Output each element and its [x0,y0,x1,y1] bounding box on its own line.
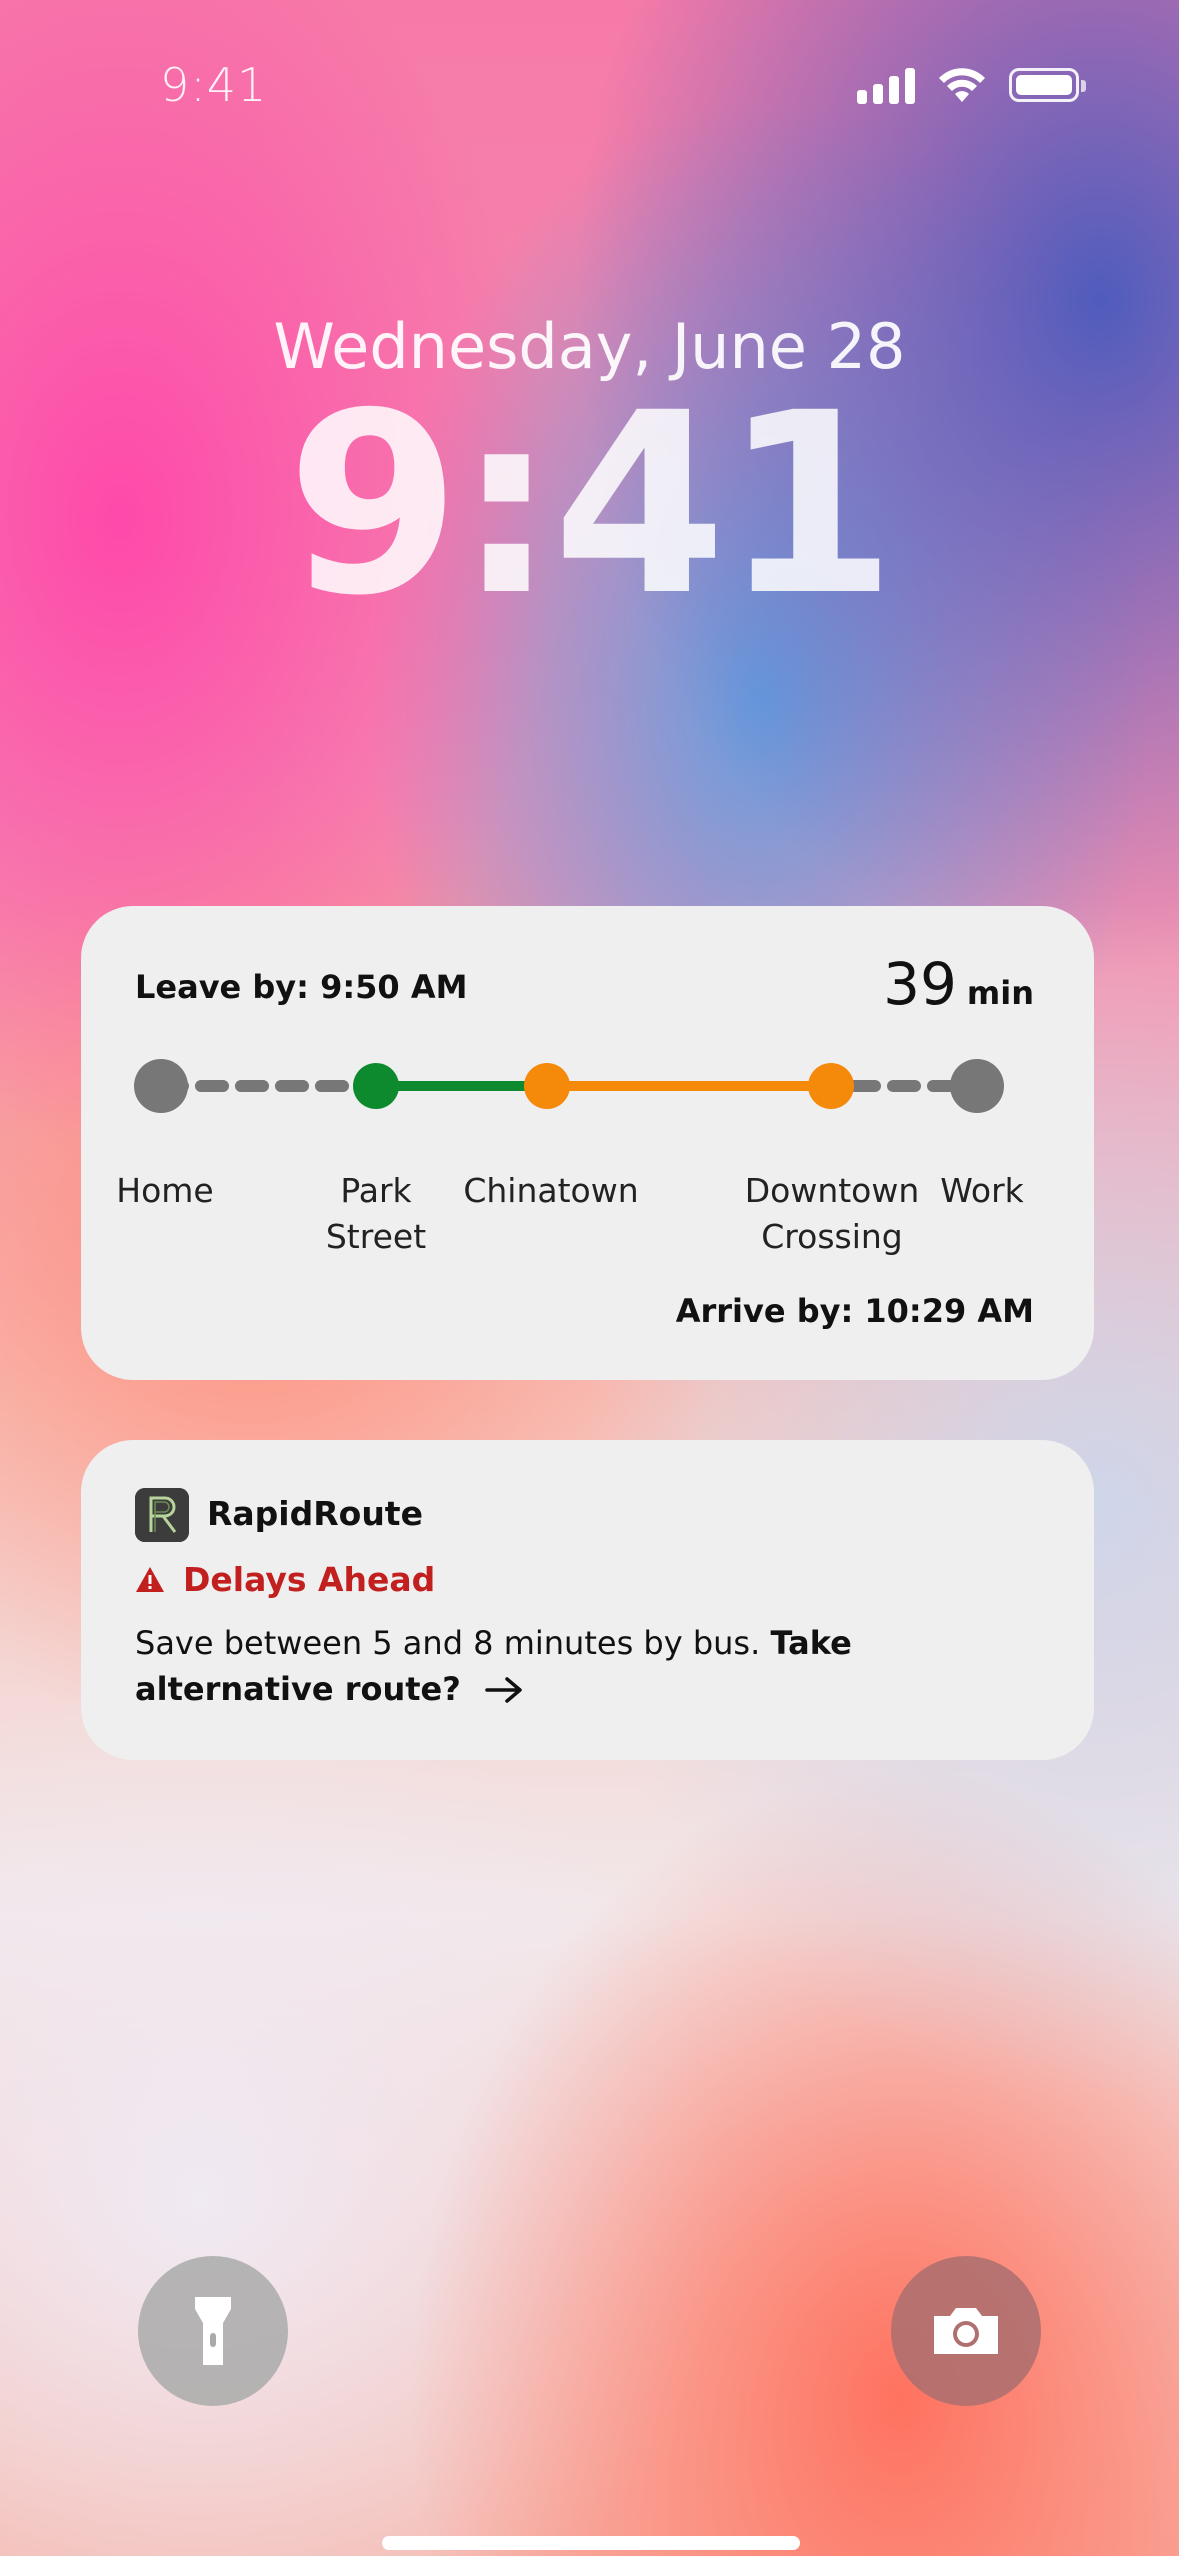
rapidroute-app-icon [135,1488,189,1542]
camera-icon [934,2308,998,2354]
stop-label-work: Work [940,1171,1024,1210]
stop-home [134,1059,188,1113]
camera-button[interactable] [891,2256,1041,2406]
stop-park-street [353,1063,399,1109]
notification-app-name: RapidRoute [207,1494,423,1533]
flashlight-icon [195,2297,231,2365]
home-indicator[interactable] [382,2536,800,2550]
status-bar: 9:41 [0,0,1179,170]
duration-unit: min [966,974,1034,1012]
stop-chinatown [524,1063,570,1109]
lock-time: 9:41 [286,359,897,650]
warning-icon [136,1567,164,1592]
notification-body: Save between 5 and 8 minutes by bus. Tak… [135,1620,1035,1712]
battery-icon [1009,68,1086,102]
stop-label-home: Home [116,1171,214,1210]
notification-body-text: Save between 5 and 8 minutes by bus. [135,1624,771,1662]
duration-value: 39 [883,950,957,1018]
route-line [134,1059,1004,1113]
stop-label-downtown-crossing: Downtown Crossing [744,1171,920,1256]
stop-work [950,1059,1004,1113]
wifi-icon [939,68,985,102]
status-icons [857,66,1086,104]
notification-title: Delays Ahead [183,1560,436,1599]
cellular-signal-icon [857,66,915,104]
flashlight-button[interactable] [138,2256,288,2406]
arrive-by-time: Arrive by: 10:29 AM [675,1292,1034,1330]
delay-notification[interactable]: RapidRoute Delays Ahead Save between 5 a… [81,1440,1094,1760]
notification-title-row: Delays Ahead [135,1560,435,1599]
trip-duration: 39 min [883,950,1034,1018]
status-time: 9:41 [160,58,268,112]
stop-label-park-street: Park Street [325,1171,427,1256]
transit-widget[interactable]: Leave by: 9:50 AM 39 min Home Park Street… [81,906,1094,1380]
stop-label-chinatown: Chinatown [463,1171,639,1210]
stop-downtown-crossing [808,1063,854,1109]
arrow-right-icon[interactable] [485,1676,525,1704]
leave-by-time: Leave by: 9:50 AM [135,968,468,1006]
